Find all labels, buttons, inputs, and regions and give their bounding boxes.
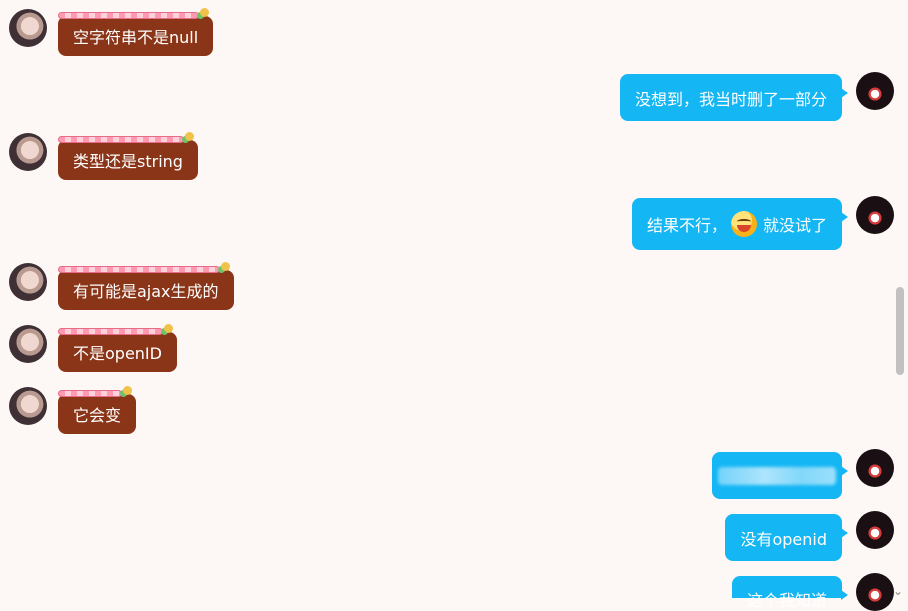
message-text: 这个我知道 [746, 591, 827, 610]
self-avatar[interactable] [856, 196, 894, 234]
message-text: 没想到，我当时删了一部分 [634, 89, 827, 109]
message-text: 它会变 [73, 406, 122, 425]
outgoing-message-bubble[interactable]: 结果不行， 就没试了 [631, 198, 849, 250]
incoming-message-bubble[interactable]: 不是openID [58, 324, 177, 372]
outgoing-message-bubble[interactable]: 没有openid [725, 514, 848, 561]
outgoing-message-bubble[interactable]: 没想到，我当时删了一部分 [619, 74, 849, 121]
chat-message-list[interactable]: 空字符串不是null 没想到，我当时删了一部分 类型还是string 结果不行，… [0, 0, 908, 611]
redacted-text-blur [718, 466, 836, 485]
contact-avatar[interactable] [9, 263, 47, 301]
self-avatar[interactable] [856, 573, 894, 611]
incoming-message-bubble[interactable]: 它会变 [58, 386, 137, 434]
message-text: 空字符串不是null [73, 28, 199, 47]
contact-avatar[interactable] [9, 387, 47, 425]
self-avatar[interactable] [856, 511, 894, 549]
contact-avatar[interactable] [9, 325, 47, 363]
message-text: 有可能是ajax生成的 [73, 282, 219, 301]
outgoing-message-bubble[interactable]: 这个我知道 [731, 576, 849, 610]
incoming-message-bubble[interactable]: 空字符串不是null [58, 8, 214, 56]
message-text: 就没试了 [762, 216, 827, 235]
contact-avatar[interactable] [9, 133, 47, 171]
incoming-message-bubble[interactable]: 类型还是string [58, 132, 198, 180]
laughing-face-emoji-icon [730, 211, 757, 237]
self-avatar[interactable] [856, 449, 894, 487]
incoming-message-bubble[interactable]: 有可能是ajax生成的 [58, 262, 234, 310]
self-avatar[interactable] [856, 72, 894, 110]
contact-avatar[interactable] [9, 9, 47, 47]
message-text: 结果不行， [646, 216, 727, 235]
outgoing-message-bubble[interactable] [712, 452, 848, 499]
message-text: 不是openID [73, 344, 162, 363]
message-text: 类型还是string [73, 152, 183, 171]
scrollbar-thumb[interactable] [896, 287, 904, 375]
message-text: 没有openid [740, 529, 827, 549]
chevron-down-icon[interactable]: ⌄ [893, 585, 903, 597]
